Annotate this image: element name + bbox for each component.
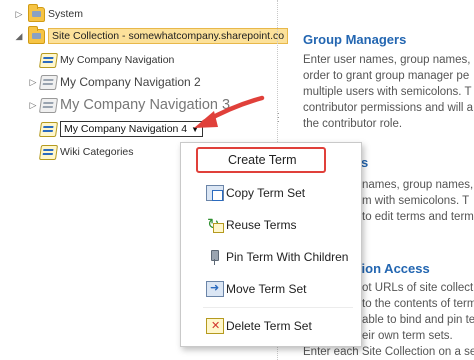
folder-icon [28,3,45,22]
description-line: names, group names, o [362,179,474,191]
term-set-icon [38,97,59,113]
tree-node-term-set[interactable]: Wiki Categories [38,142,134,162]
collapse-arrow-icon[interactable]: ◢ [14,31,24,41]
contributors-description: names, group names, o m with semicolons.… [362,177,474,225]
description-line: Enter user names, group names, o [303,54,474,66]
menu-item-pin-term-with-children[interactable]: Pin Term With Children [181,245,361,269]
description-line: order to grant group manager pe [303,70,470,82]
description-line: the contributor role. [303,118,403,130]
description-line: contributor permissions and will a [303,102,474,114]
tree-node-label: System [48,8,84,20]
menu-item-label: Delete Term Set [226,319,312,333]
expand-arrow-icon[interactable]: ▷ [14,9,24,19]
menu-item-label: Create Term [228,153,297,167]
menu-item-label: Copy Term Set [226,186,306,200]
expand-arrow-icon[interactable]: ▷ [28,77,38,87]
reuse-icon [206,215,224,233]
pin-icon [206,249,224,265]
move-icon [206,281,224,297]
tree-node-label: Wiki Categories [60,146,134,158]
menu-item-create-term[interactable]: Create Term [196,147,326,173]
menu-item-label: Pin Term With Children [226,250,349,264]
description-line: to the contents of term [362,298,474,310]
group-managers-description: Enter user names, group names, o order t… [303,52,474,132]
group-managers-heading: Group Managers [303,32,407,47]
menu-item-label: Reuse Terms [226,218,297,232]
term-set-icon [38,52,59,68]
tree-node-term-set[interactable]: ▷ My Company Navigation 2 [28,72,201,92]
splitter-grip[interactable]: · · · [277,110,280,126]
tree-node-label: My Company Navigation [60,54,175,66]
tree-node-site-collection[interactable]: ◢ Site Collection - somewhatcompany.shar… [14,25,289,46]
selected-node-box[interactable]: My Company Navigation 4 ▼ [60,121,204,137]
copy-icon [206,185,224,201]
delete-icon [206,318,224,334]
menu-separator [203,307,353,308]
term-set-icon [38,121,59,137]
term-set-icon [38,74,59,90]
context-menu: Create Term Copy Term Set Reuse Terms Pi… [180,142,362,347]
tree-node-label: My Company Navigation 4 [64,123,188,135]
tree-node-label: My Company Navigation 3 [60,97,231,113]
site-collection-label: Site Collection - somewhatcompany.sharep… [48,28,289,44]
menu-item-move-term-set[interactable]: Move Term Set [181,277,361,301]
description-line: able to bind and pin ter [362,314,474,326]
tree-node-label: My Company Navigation 2 [60,75,201,89]
tree-node-term-set-selected[interactable]: My Company Navigation 4 ▼ [38,119,204,139]
tree-node-system[interactable]: ▷ System [14,3,84,24]
menu-item-delete-term-set[interactable]: Delete Term Set [181,314,361,338]
description-line: multiple users with semicolons. T [303,86,472,98]
description-line: eir own term sets. [362,330,453,342]
expand-arrow-icon[interactable]: ▷ [28,100,38,110]
folder-icon [28,25,45,44]
description-line: m with semicolons. T [362,195,470,207]
menu-item-reuse-terms[interactable]: Reuse Terms [181,213,361,237]
menu-item-label: Move Term Set [226,282,307,296]
tree-node-term-set[interactable]: My Company Navigation [38,50,175,70]
description-line: ot URLs of site collecti [362,282,474,294]
term-set-icon [38,144,59,160]
description-line: to edit terms and terms [362,211,474,223]
tree-node-term-set[interactable]: ▷ My Company Navigation 3 [28,95,231,115]
site-collection-access-description: ot URLs of site collecti to the contents… [362,280,474,344]
menu-item-copy-term-set[interactable]: Copy Term Set [181,181,361,205]
dropdown-caret-icon[interactable]: ▼ [191,125,199,134]
